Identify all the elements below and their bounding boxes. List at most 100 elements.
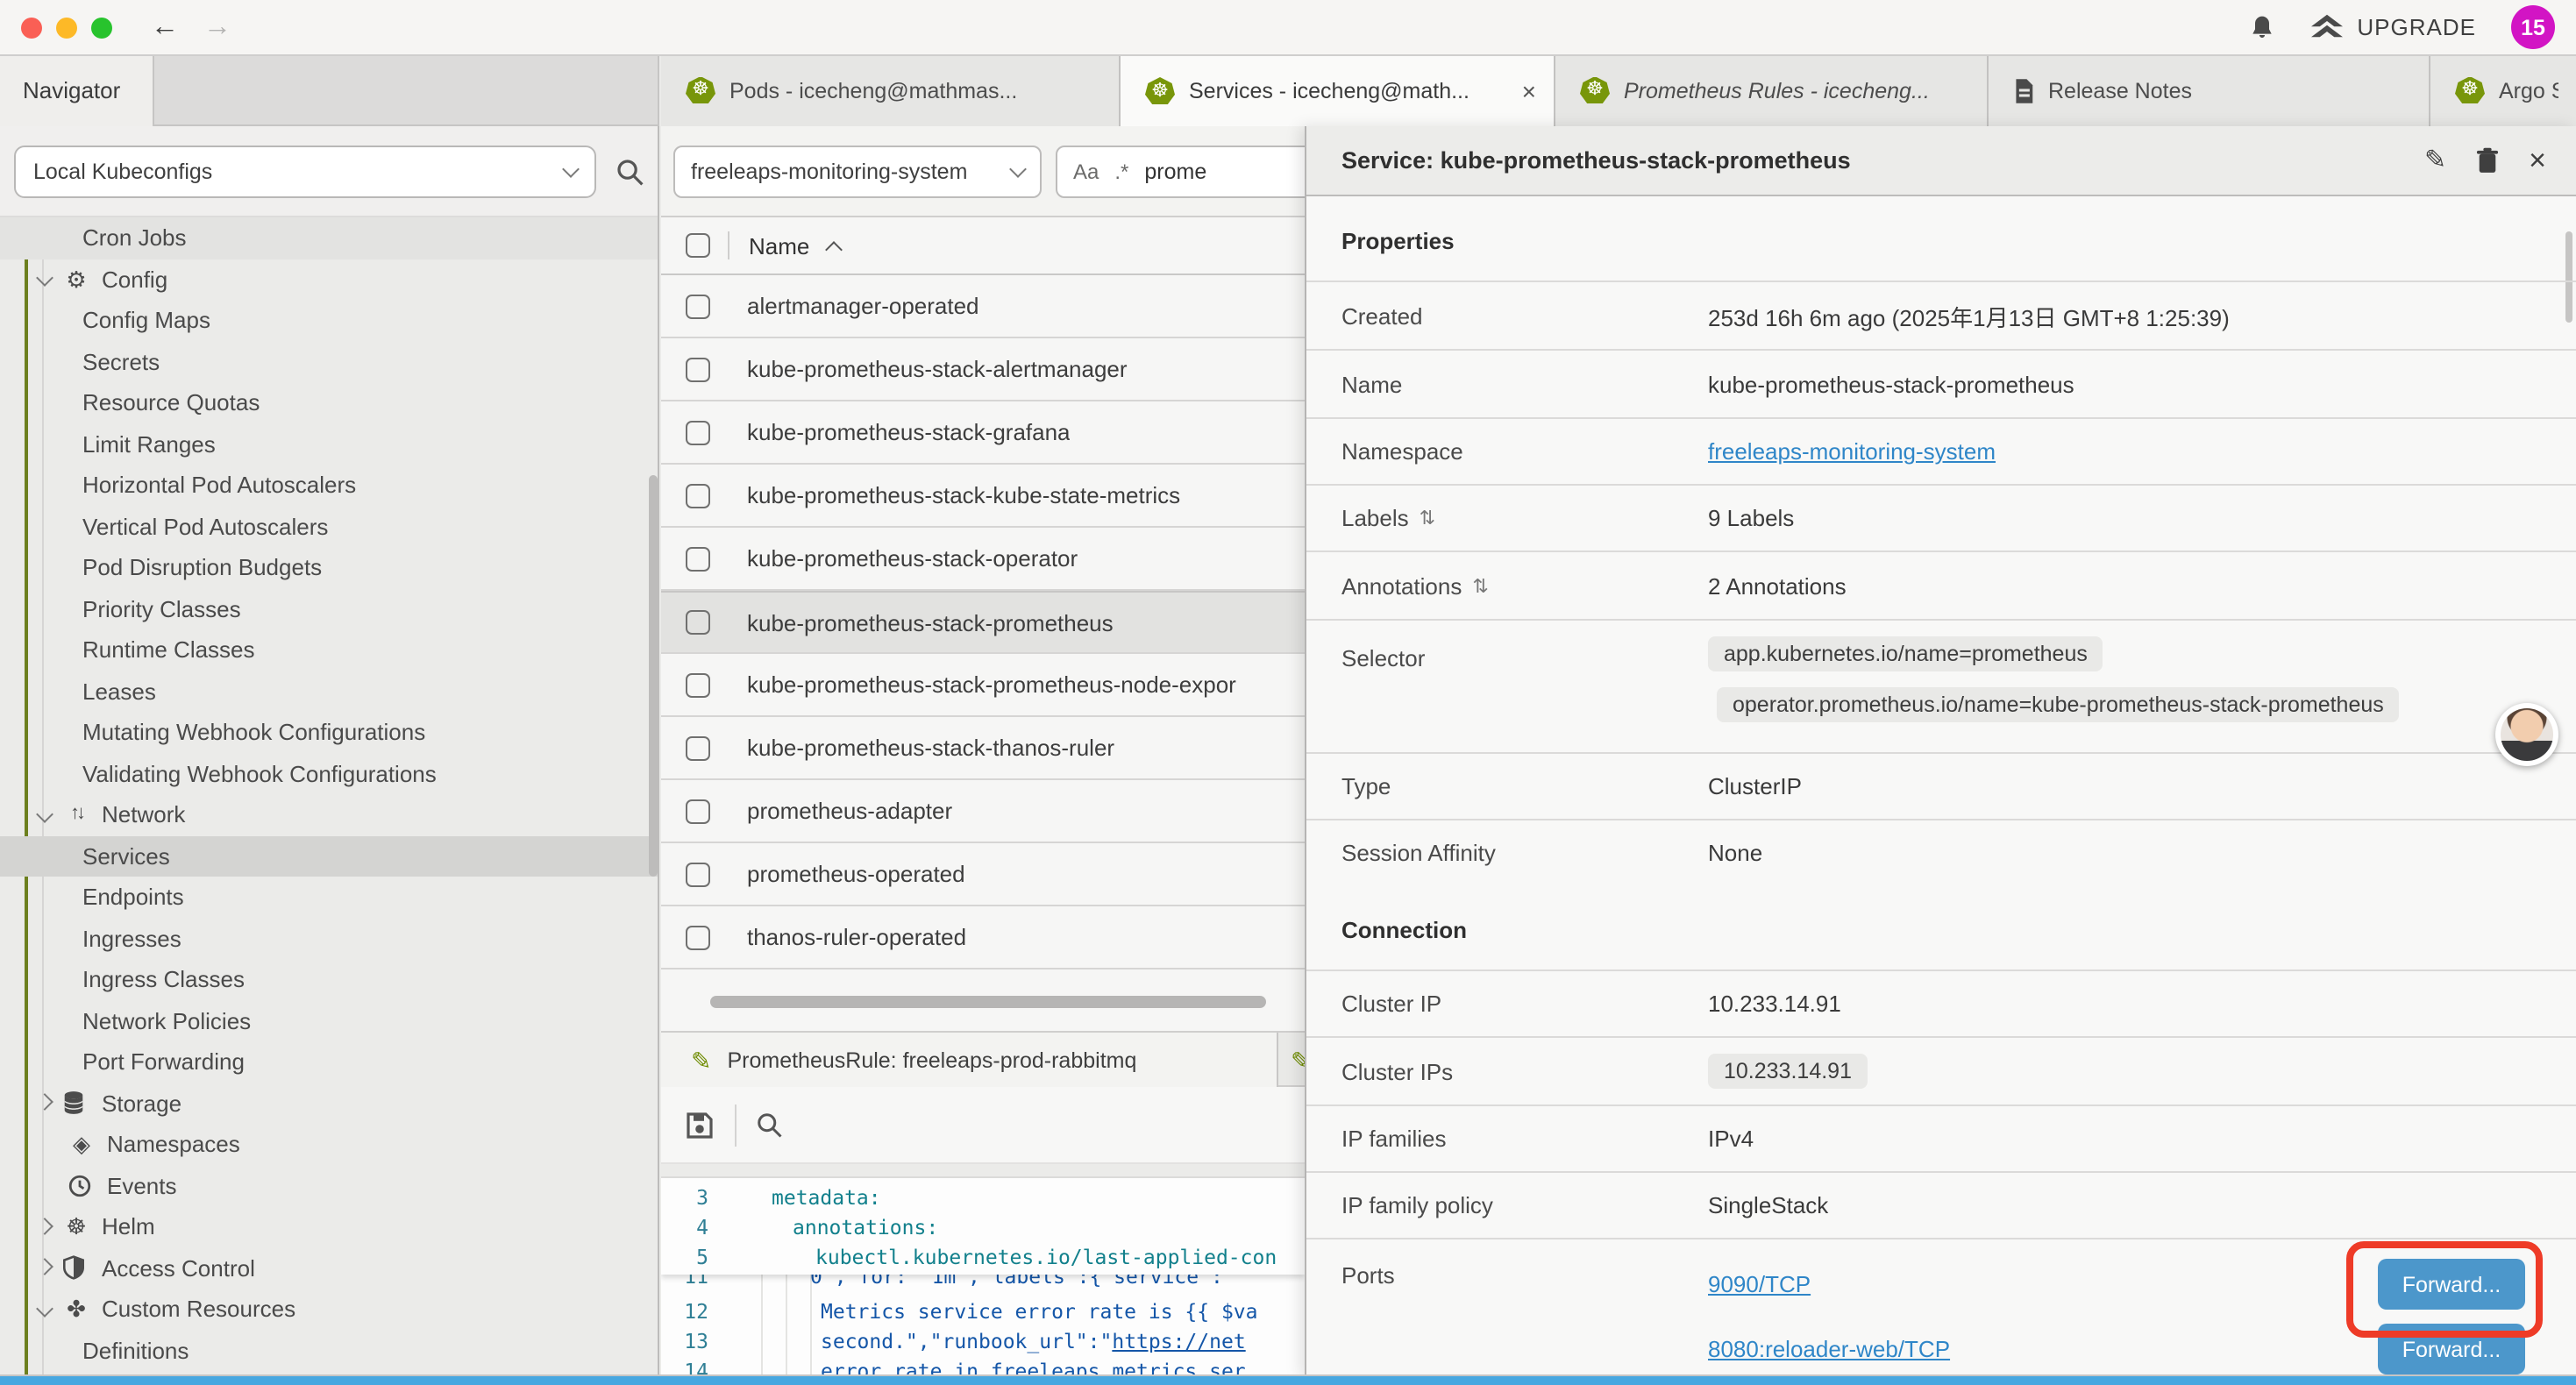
- editor-breadcrumb-strip: [661, 1164, 1305, 1178]
- table-row[interactable]: kube-prometheus-stack-thanos-ruler: [661, 717, 1305, 780]
- row-checkbox[interactable]: [686, 420, 710, 444]
- expand-collapse-icon[interactable]: ⇅: [1420, 507, 1435, 529]
- property-row-name: Name kube-prometheus-stack-prometheus: [1306, 349, 2576, 417]
- property-row-type: Type ClusterIP: [1306, 752, 2576, 819]
- row-checkbox[interactable]: [686, 862, 710, 886]
- sidebar-item-endpoints[interactable]: Endpoints: [0, 877, 659, 918]
- tab-release-notes[interactable]: Release Notes: [1989, 54, 2430, 126]
- editor-tab-next[interactable]: ✎: [1280, 1033, 1305, 1087]
- row-checkbox[interactable]: [686, 799, 710, 823]
- bell-icon[interactable]: [2248, 13, 2276, 41]
- sidebar-item-port-forwarding[interactable]: Port Forwarding: [0, 1041, 659, 1083]
- namespace-selector[interactable]: freeleaps-monitoring-system: [673, 146, 1042, 198]
- sidebar-item-access-control[interactable]: Access Control: [0, 1247, 659, 1289]
- sidebar-item-horizontal-pod-autoscalers[interactable]: Horizontal Pod Autoscalers: [0, 465, 659, 506]
- close-tab-icon[interactable]: ×: [1522, 77, 1536, 105]
- table-row[interactable]: kube-prometheus-stack-prometheus-node-ex…: [661, 654, 1305, 717]
- row-checkbox[interactable]: [686, 735, 710, 760]
- property-row-selector: Selector app.kubernetes.io/name=promethe…: [1306, 619, 2576, 752]
- tab-navigator[interactable]: Navigator: [0, 54, 154, 126]
- search-icon[interactable]: [616, 158, 644, 186]
- sidebar-item-helm[interactable]: ☸Helm: [0, 1206, 659, 1247]
- forward-arrow-icon[interactable]: →: [203, 11, 231, 43]
- row-checkbox[interactable]: [686, 294, 710, 318]
- match-case-icon[interactable]: Aa: [1073, 160, 1099, 184]
- row-checkbox[interactable]: [686, 925, 710, 949]
- sidebar-scrollbar[interactable]: [649, 475, 658, 877]
- save-icon[interactable]: [686, 1111, 714, 1139]
- regex-icon[interactable]: .*: [1114, 160, 1128, 184]
- editor-clipped-line: 11 0", for: "1m", labels :{ service :: [661, 1275, 1305, 1292]
- sidebar-item-namespaces[interactable]: ◈Namespaces: [0, 1124, 659, 1165]
- port-link[interactable]: 9090/TCP: [1708, 1271, 1811, 1297]
- edit-icon[interactable]: ✎: [2424, 147, 2446, 174]
- sidebar-item-events[interactable]: Events: [0, 1165, 659, 1206]
- sidebar-item-limit-ranges[interactable]: Limit Ranges: [0, 423, 659, 465]
- sidebar-item-network[interactable]: ↑↓Network: [0, 794, 659, 835]
- row-checkbox[interactable]: [686, 357, 710, 381]
- sidebar-item-vertical-pod-autoscalers[interactable]: Vertical Pod Autoscalers: [0, 506, 659, 547]
- name-filter-input[interactable]: Aa .* prome: [1056, 146, 1305, 198]
- row-checkbox[interactable]: [686, 672, 710, 697]
- expand-collapse-icon[interactable]: ⇅: [1472, 574, 1488, 597]
- sidebar-item-pod-disruption-budgets[interactable]: Pod Disruption Budgets: [0, 547, 659, 588]
- sidebar-item-config[interactable]: ⚙Config: [0, 259, 659, 300]
- close-panel-icon[interactable]: ×: [2529, 146, 2546, 175]
- yaml-editor[interactable]: 11 0", for: "1m", labels :{ service : 3m…: [661, 1178, 1305, 1376]
- sidebar-item-runtime-classes[interactable]: Runtime Classes: [0, 629, 659, 671]
- upgrade-button[interactable]: UPGRADE: [2311, 14, 2476, 40]
- sidebar-item-services[interactable]: Services: [0, 835, 659, 877]
- avatar[interactable]: [2495, 703, 2558, 766]
- tab-argo[interactable]: ☸ Argo Se: [2430, 54, 2576, 126]
- minimize-window-button[interactable]: [56, 17, 77, 38]
- table-row[interactable]: alertmanager-operated: [661, 275, 1305, 338]
- editor-tab-prometheusrule[interactable]: ✎ PrometheusRule: freeleaps-prod-rabbitm…: [661, 1033, 1278, 1087]
- sidebar-item-leases[interactable]: Leases: [0, 671, 659, 712]
- back-arrow-icon[interactable]: ←: [151, 11, 179, 43]
- sidebar-item-storage[interactable]: Storage: [0, 1083, 659, 1124]
- sidebar-item-config-maps[interactable]: Config Maps: [0, 300, 659, 341]
- row-checkbox[interactable]: [686, 483, 710, 508]
- table-header: Name: [661, 217, 1305, 275]
- runbook-url-link[interactable]: https://net: [1112, 1328, 1245, 1353]
- delete-trash-icon[interactable]: [2476, 147, 2499, 174]
- sidebar-item-ingress-classes[interactable]: Ingress Classes: [0, 959, 659, 1000]
- table-row[interactable]: kube-prometheus-stack-alertmanager: [661, 338, 1305, 401]
- sidebar-item-secrets[interactable]: Secrets: [0, 341, 659, 382]
- kubeconfig-selector[interactable]: Local Kubeconfigs: [14, 146, 596, 198]
- sidebar-item-ingresses[interactable]: Ingresses: [0, 918, 659, 959]
- sidebar-item-custom-resources[interactable]: ✤Custom Resources: [0, 1289, 659, 1330]
- sidebar-item-priority-classes[interactable]: Priority Classes: [0, 588, 659, 629]
- sidebar-item-network-policies[interactable]: Network Policies: [0, 1000, 659, 1041]
- port-link[interactable]: 8080:reloader-web/TCP: [1708, 1336, 1950, 1362]
- chevron-down-icon: [1009, 160, 1027, 178]
- table-row[interactable]: prometheus-operated: [661, 843, 1305, 906]
- zoom-window-button[interactable]: [91, 17, 112, 38]
- table-row[interactable]: thanos-ruler-operated: [661, 906, 1305, 970]
- sidebar-item-definitions[interactable]: Definitions: [0, 1330, 659, 1371]
- editor-search-icon[interactable]: [756, 1112, 782, 1138]
- table-row[interactable]: kube-prometheus-stack-kube-state-metrics: [661, 465, 1305, 528]
- connection-section-title: Connection: [1306, 899, 2576, 970]
- table-row-selected[interactable]: kube-prometheus-stack-prometheus: [661, 591, 1305, 654]
- notification-badge[interactable]: 15: [2511, 5, 2555, 49]
- tab-services[interactable]: ☸ Services - icecheng@math... ×: [1121, 54, 1555, 128]
- tab-pods[interactable]: ☸ Pods - icecheng@mathmas...: [661, 54, 1121, 126]
- sidebar-item-mutating-webhook-configurations[interactable]: Mutating Webhook Configurations: [0, 712, 659, 753]
- select-all-checkbox[interactable]: [686, 233, 710, 258]
- tab-prometheus-rules[interactable]: ☸ Prometheus Rules - icecheng...: [1555, 54, 1989, 126]
- sidebar-item-resource-quotas[interactable]: Resource Quotas: [0, 382, 659, 423]
- namespace-link[interactable]: freeleaps-monitoring-system: [1708, 438, 1996, 465]
- table-row[interactable]: kube-prometheus-stack-grafana: [661, 401, 1305, 465]
- row-checkbox[interactable]: [686, 610, 710, 635]
- row-checkbox[interactable]: [686, 546, 710, 571]
- table-row[interactable]: prometheus-adapter: [661, 780, 1305, 843]
- sidebar-item-validating-webhook-configurations[interactable]: Validating Webhook Configurations: [0, 753, 659, 794]
- close-window-button[interactable]: [21, 17, 42, 38]
- horizontal-scrollbar[interactable]: [710, 996, 1266, 1008]
- name-column-header[interactable]: Name: [749, 232, 809, 259]
- properties-section-title: Properties: [1306, 196, 2576, 281]
- sort-ascending-icon[interactable]: [824, 240, 842, 258]
- sidebar-item-cron-jobs[interactable]: Cron Jobs: [0, 217, 659, 259]
- table-row[interactable]: kube-prometheus-stack-operator: [661, 528, 1305, 591]
